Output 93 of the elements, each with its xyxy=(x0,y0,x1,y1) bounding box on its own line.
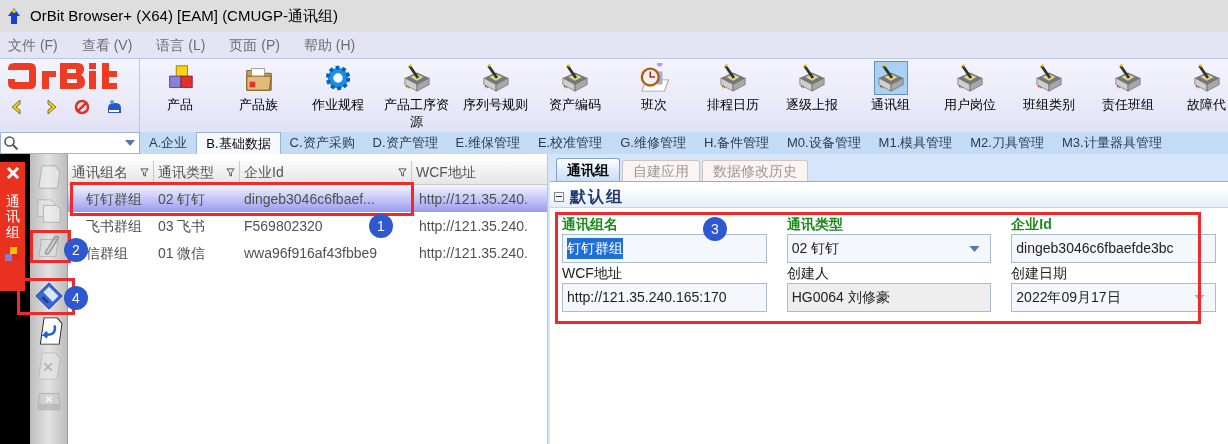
menu-item[interactable]: 文件 (F) xyxy=(8,34,58,56)
module-tab[interactable]: E.维保管理 xyxy=(446,132,529,154)
search-field[interactable] xyxy=(0,132,140,154)
field-label: 创建日期 xyxy=(1011,264,1068,283)
toolbar-button[interactable]: 排程日历 xyxy=(693,61,772,132)
column-header[interactable]: 企业Id xyxy=(240,161,412,184)
module-tab[interactable]: G.维修管理 xyxy=(611,132,695,154)
table-cell: 信群组 xyxy=(86,244,128,261)
wand-box-icon xyxy=(1112,63,1143,93)
module-tab[interactable]: M1.模具管理 xyxy=(869,132,962,154)
callout-badge: 4 xyxy=(64,286,88,310)
dropdown-caret-icon[interactable] xyxy=(1194,294,1205,301)
search-icon xyxy=(3,135,19,151)
wand-box-icon xyxy=(875,63,906,93)
group-header[interactable]: 默认组 xyxy=(550,186,1228,208)
field-label: WCF地址 xyxy=(562,264,622,283)
wand-box-icon xyxy=(1191,63,1222,93)
module-tab[interactable]: A.企业 xyxy=(140,132,197,154)
toolbar-button[interactable]: 班次 xyxy=(614,61,693,132)
table-cell: 02 钉钉 xyxy=(158,190,206,207)
module-tab[interactable]: H.备件管理 xyxy=(694,132,778,154)
group-title: 默认组 xyxy=(570,186,624,207)
module-tab[interactable]: M3.计量器具管理 xyxy=(1052,132,1171,154)
collapse-toggle[interactable] xyxy=(554,191,564,202)
table-cell: http://121.35.240. xyxy=(419,190,528,207)
menu-item[interactable]: 页面 (P) xyxy=(229,34,280,56)
wand-box-icon xyxy=(480,63,511,93)
module-tab[interactable]: M2.刀具管理 xyxy=(961,132,1053,154)
module-tab[interactable]: B.基础数据 xyxy=(196,132,281,154)
module-tab[interactable]: C.资产采购 xyxy=(280,132,364,154)
field-label: 创建人 xyxy=(786,264,829,283)
column-header[interactable]: 通讯类型 xyxy=(154,161,240,184)
dropdown-field[interactable]: 02 钉钉 xyxy=(786,234,992,263)
field-label: 通讯类型 xyxy=(786,215,843,234)
callout-badge: 2 xyxy=(64,238,88,262)
field-label: 企业Id xyxy=(1011,215,1052,234)
clock-icon xyxy=(638,63,669,93)
wand-box-icon xyxy=(559,63,590,93)
field-label: 通讯组名 xyxy=(562,215,618,234)
side-tab-label: 通讯组 xyxy=(5,194,20,241)
stop-icon[interactable] xyxy=(74,99,90,115)
toolbar-button[interactable]: 资产编码 xyxy=(535,61,614,132)
toolbar-button[interactable]: 用户岗位 xyxy=(930,61,1009,132)
input-field[interactable]: HG0064 刘修豪 xyxy=(786,283,992,312)
toolbar-button[interactable]: 产品工序资源 xyxy=(377,61,456,132)
module-tab[interactable]: D.资产管理 xyxy=(363,132,447,154)
toolbar-button[interactable]: 通讯组 xyxy=(851,61,930,132)
detail-tab[interactable]: 通讯组 xyxy=(556,158,620,181)
callout-badge: 1 xyxy=(369,214,393,238)
dropdown-field[interactable]: 2022年09月17日 xyxy=(1011,283,1216,312)
table-cell: http://121.35.240. xyxy=(419,244,528,261)
input-field[interactable]: 钉钉群组 xyxy=(562,234,767,263)
menu-item[interactable]: 帮助 (H) xyxy=(303,34,356,56)
toolbar-button[interactable]: 产品族 xyxy=(219,61,298,132)
toolbar-button[interactable]: 逐级上报 xyxy=(772,61,851,132)
selected-row[interactable]: 钉钉群组 02 钉钉 dingeb3046c6fbaef... http://121.35.240. xyxy=(68,185,547,212)
wand-box-icon xyxy=(717,63,748,93)
menu-item[interactable]: 语言 (L) xyxy=(156,34,206,56)
table-cell: 钉钉群组 xyxy=(86,190,142,207)
filter-icon[interactable] xyxy=(226,168,235,177)
toolbar-button[interactable]: 班组类别 xyxy=(1009,61,1088,132)
wand-box-icon xyxy=(954,63,985,93)
menu-item[interactable]: 查看 (V) xyxy=(81,34,133,56)
selected-text: 钉钉群组 xyxy=(567,238,623,259)
table-cell: wwa96f916af43fbbe9 xyxy=(244,244,378,261)
window-title: OrBit Browser+ (X64) [EAM] (CMUGP-通讯组) xyxy=(30,5,338,26)
wand-box-icon xyxy=(796,63,827,93)
cubes-icon xyxy=(3,246,22,263)
wand-box-icon xyxy=(401,63,432,93)
table-cell: 03 飞书 xyxy=(158,217,206,234)
module-tab[interactable]: E.校准管理 xyxy=(528,132,612,154)
module-tab[interactable]: M0.设备管理 xyxy=(777,132,870,154)
table-cell: 01 微信 xyxy=(158,244,206,261)
close-icon[interactable] xyxy=(5,166,20,180)
filter-icon[interactable] xyxy=(140,168,149,177)
wand-box-icon xyxy=(1033,63,1064,93)
table-cell: dingeb3046c6fbaef... xyxy=(244,190,375,207)
toolbar-button[interactable]: 序列号规则 xyxy=(456,61,535,132)
input-field[interactable]: dingeb3046c6fbaefde3bc xyxy=(1011,234,1216,263)
toolbar-button[interactable]: 产品 xyxy=(140,61,219,132)
side-tab[interactable]: 通讯组 xyxy=(0,162,25,291)
app-icon xyxy=(6,7,22,25)
input-field[interactable]: http://121.35.240.165:170 xyxy=(562,283,767,312)
dropdown-caret-icon[interactable] xyxy=(969,245,981,252)
dropdown-caret-icon[interactable] xyxy=(125,140,135,146)
toolbar-button[interactable]: 作业规程 xyxy=(298,61,377,132)
column-header[interactable]: 通讯组名 xyxy=(68,161,154,184)
toolbar-button[interactable]: 责任班组 xyxy=(1088,61,1167,132)
toolbar-button[interactable]: 故障代 xyxy=(1167,61,1228,132)
table-cell: http://121.35.240. xyxy=(419,217,528,234)
table-cell: 飞书群组 xyxy=(86,217,142,234)
filter-icon[interactable] xyxy=(398,168,407,177)
table-cell: F569802320 xyxy=(244,217,323,234)
